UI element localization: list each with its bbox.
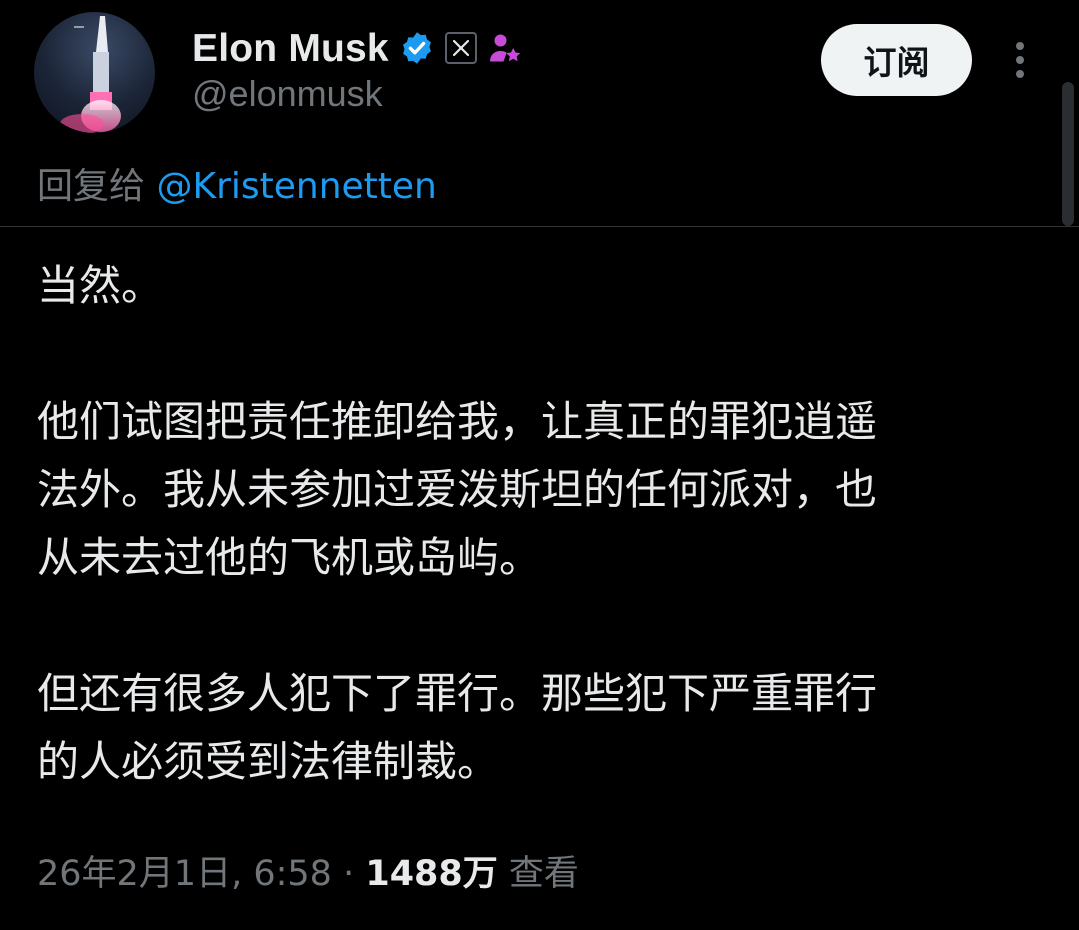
views-label[interactable]: 查看	[509, 854, 579, 894]
reply-mention-link[interactable]: @Kristennetten	[156, 166, 436, 207]
views-count[interactable]: 1488万	[365, 854, 497, 894]
author-name-row: Elon Musk	[192, 24, 523, 72]
more-dot	[1016, 70, 1024, 78]
subscribe-button[interactable]: 订阅	[821, 24, 972, 96]
tweet-line: 的人必须受到法律制裁。	[37, 737, 500, 786]
tweet-line: 从未去过他的飞机或岛屿。	[37, 533, 542, 582]
avatar[interactable]	[34, 12, 155, 133]
more-vertical-icon	[1016, 42, 1024, 50]
affiliate-person-icon[interactable]	[487, 30, 523, 66]
reply-context: 回复给 @Kristennetten	[37, 165, 437, 208]
display-name[interactable]: Elon Musk	[192, 29, 389, 68]
x-logo-icon[interactable]	[444, 32, 477, 64]
tweet-meta: 26年2月1日, 6:58 · 1488万 查看	[37, 850, 579, 898]
user-handle[interactable]: @elonmusk	[192, 76, 383, 112]
tweet-text: 当然。 他们试图把责任推卸给我，让真正的罪犯逍遥 法外。我从未参加过爱泼斯坦的任…	[37, 252, 1047, 796]
tweet-timestamp[interactable]: 26年2月1日, 6:58	[37, 854, 332, 894]
meta-separator: ·	[343, 854, 355, 894]
more-options-button[interactable]	[1005, 38, 1035, 82]
reply-prefix: 回复给	[37, 166, 146, 207]
divider	[0, 226, 1079, 227]
scrollbar[interactable]	[1062, 82, 1074, 226]
tweet-line: 他们试图把责任推卸给我，让真正的罪犯逍遥	[37, 397, 878, 446]
tweet-line: 法外。我从未参加过爱泼斯坦的任何派对，也	[37, 465, 878, 514]
tweet-paragraph: 当然。	[37, 261, 164, 310]
verified-badge-icon[interactable]	[399, 30, 435, 66]
more-dot	[1016, 56, 1024, 64]
tweet-line: 但还有很多人犯下了罪行。那些犯下严重罪行	[37, 669, 878, 718]
rocket-image	[60, 16, 121, 133]
